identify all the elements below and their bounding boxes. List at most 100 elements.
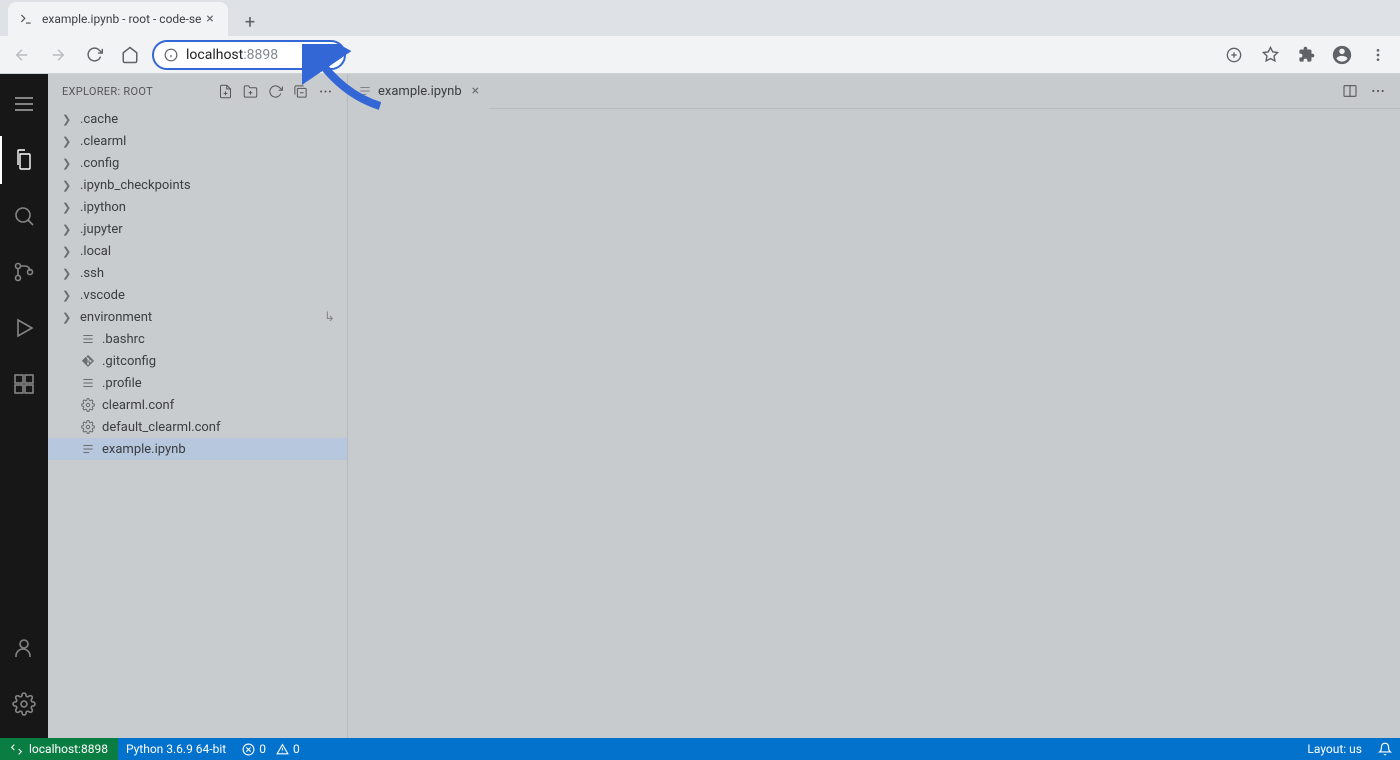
site-info-icon[interactable] <box>164 48 178 62</box>
chevron-right-icon: ❯ <box>62 113 74 126</box>
folder-label: .clearml <box>80 134 126 149</box>
tree-file[interactable]: .gitconfig <box>48 350 347 372</box>
notebook-file-icon <box>358 84 372 98</box>
new-folder-icon[interactable] <box>243 84 258 99</box>
editor-tab[interactable]: example.ipynb × <box>348 74 489 109</box>
status-python-label: Python 3.6.9 64-bit <box>126 742 226 756</box>
tree-folder[interactable]: ❯ .ssh <box>48 262 347 284</box>
tree-folder[interactable]: ❯ .vscode <box>48 284 347 306</box>
tree-file[interactable]: .bashrc <box>48 328 347 350</box>
tree-folder[interactable]: ❯ .cache <box>48 108 347 130</box>
address-bar[interactable]: localhost:8898 <box>152 40 346 70</box>
address-text: localhost:8898 <box>186 47 278 63</box>
file-icon <box>80 398 96 412</box>
tree-folder[interactable]: ❯ .config <box>48 152 347 174</box>
folder-label: environment <box>80 310 152 325</box>
tree-folder[interactable]: ❯.local <box>48 240 347 262</box>
folder-label: .cache <box>80 112 118 127</box>
file-icon <box>80 420 96 434</box>
folder-label: .config <box>80 156 119 171</box>
status-python[interactable]: Python 3.6.9 64-bit <box>118 738 234 760</box>
explorer-actions <box>218 84 333 99</box>
hamburger-icon <box>15 97 33 111</box>
file-label: .profile <box>102 376 142 391</box>
split-editor-icon[interactable] <box>1342 83 1358 99</box>
extensions-icon[interactable] <box>1292 41 1320 69</box>
menu-button[interactable] <box>0 80 48 128</box>
activity-settings[interactable] <box>0 680 48 728</box>
chevron-right-icon: ❯ <box>62 201 74 214</box>
chevron-right-icon: ❯ <box>62 245 74 258</box>
status-notifications[interactable] <box>1370 738 1400 760</box>
tree-folder[interactable]: ❯ .clearml <box>48 130 347 152</box>
status-remote[interactable]: localhost:8898 <box>0 738 118 760</box>
activity-explorer[interactable] <box>0 136 48 184</box>
collapse-all-icon[interactable] <box>293 84 308 99</box>
chevron-right-icon: ❯ <box>62 267 74 280</box>
explorer-header: EXPLORER: ROOT <box>48 74 347 108</box>
bookmark-icon[interactable] <box>1256 41 1284 69</box>
status-layout-label: Layout: us <box>1307 742 1362 756</box>
activity-search[interactable] <box>0 192 48 240</box>
editor-tab-label: example.ipynb <box>378 84 462 99</box>
tree-folder[interactable]: ❯ environment ↳ <box>48 306 347 328</box>
close-tab-icon[interactable]: × <box>202 11 218 27</box>
profile-icon[interactable] <box>1328 41 1356 69</box>
file-label: default_clearml.conf <box>102 420 221 435</box>
browser-chrome: example.ipynb - root - code-se × + local… <box>0 0 1400 74</box>
folder-label: .jupyter <box>80 222 123 237</box>
file-icon <box>80 354 96 368</box>
more-actions-icon[interactable] <box>318 84 333 99</box>
status-warnings-count: 0 <box>293 742 300 756</box>
status-layout[interactable]: Layout: us <box>1299 738 1370 760</box>
tree-folder[interactable]: ❯.ipython <box>48 196 347 218</box>
chevron-right-icon: ❯ <box>62 311 74 324</box>
browser-tab[interactable]: example.ipynb - root - code-se × <box>8 2 228 36</box>
browser-tab-title: example.ipynb - root - code-se <box>42 12 202 26</box>
tab-favicon <box>18 11 34 27</box>
activity-source-control[interactable] <box>0 248 48 296</box>
status-remote-label: localhost:8898 <box>29 742 108 756</box>
editor-tab-bar: example.ipynb × <box>348 74 1400 109</box>
status-errors-count: 0 <box>259 742 266 756</box>
reload-button[interactable] <box>80 41 108 69</box>
file-label: .bashrc <box>102 332 145 347</box>
vscode-app: EXPLORER: ROOT ❯.cache❯.clearml❯.config❯… <box>0 74 1400 760</box>
new-tab-button[interactable]: + <box>236 8 264 36</box>
status-problems[interactable]: 0 0 <box>234 738 308 760</box>
symlink-icon: ↳ <box>324 310 335 325</box>
browser-menu-icon[interactable] <box>1364 41 1392 69</box>
chevron-right-icon: ❯ <box>62 289 74 302</box>
activity-run-debug[interactable] <box>0 304 48 352</box>
browser-toolbar: localhost:8898 <box>0 36 1400 74</box>
file-label: .gitconfig <box>102 354 156 369</box>
new-file-icon[interactable] <box>218 84 233 99</box>
editor-body[interactable] <box>348 109 1400 738</box>
file-tree[interactable]: ❯ .cache ❯ .clearml ❯ .config ❯ .ipynb_checkpoi… <box>48 108 347 738</box>
folder-label: .vscode <box>80 288 125 303</box>
forward-button[interactable] <box>44 41 72 69</box>
tree-file[interactable]: example.ipynb <box>48 438 347 460</box>
file-icon <box>80 442 96 456</box>
install-app-icon[interactable] <box>1220 41 1248 69</box>
file-label: example.ipynb <box>102 442 186 457</box>
chevron-right-icon: ❯ <box>62 179 74 192</box>
chevron-right-icon: ❯ <box>62 135 74 148</box>
tree-folder[interactable]: ❯.jupyter <box>48 218 347 240</box>
tree-folder[interactable]: ❯ .ipynb_checkpoints <box>48 174 347 196</box>
activity-account[interactable] <box>0 624 48 672</box>
folder-label: .ipynb_checkpoints <box>80 178 191 193</box>
close-editor-tab-icon[interactable]: × <box>472 83 479 99</box>
address-host: localhost <box>186 47 243 63</box>
activity-extensions[interactable] <box>0 360 48 408</box>
tree-file[interactable]: default_clearml.conf <box>48 416 347 438</box>
tree-file[interactable]: .profile <box>48 372 347 394</box>
back-button[interactable] <box>8 41 36 69</box>
folder-label: .ssh <box>80 266 104 281</box>
refresh-explorer-icon[interactable] <box>268 84 283 99</box>
editor-more-icon[interactable] <box>1370 83 1386 99</box>
explorer-sidebar: EXPLORER: ROOT ❯.cache❯.clearml❯.config❯… <box>48 74 348 738</box>
home-button[interactable] <box>116 41 144 69</box>
tree-file[interactable]: clearml.conf <box>48 394 347 416</box>
chevron-right-icon: ❯ <box>62 157 74 170</box>
